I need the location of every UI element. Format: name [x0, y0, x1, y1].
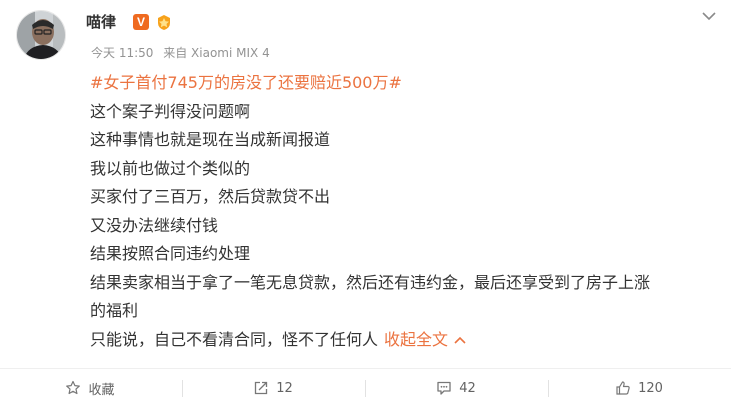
- chevron-up-icon: [454, 336, 466, 344]
- hashtag-link[interactable]: #女子首付745万的房没了还要赔近500万#: [90, 69, 715, 98]
- like-count: 120: [638, 380, 663, 396]
- member-badge-icon: [158, 15, 170, 30]
- content-line: 结果卖家相当于拿了一笔无息贷款，然后还有违约金，最后还享受到了房子上涨: [90, 272, 651, 292]
- like-button[interactable]: 120: [549, 369, 729, 407]
- repost-button[interactable]: 12: [183, 369, 363, 407]
- content-line-text: 只能说，自己不看清合同，怪不了任何人: [90, 329, 379, 349]
- content-line: 这种事情也就是现在当成新闻报道: [90, 130, 331, 149]
- collapse-text-button[interactable]: 收起全文: [384, 330, 466, 349]
- post-meta: 今天 11:50 来自 Xiaomi MIX 4: [91, 46, 276, 60]
- post-content: #女子首付745万的房没了还要赔近500万# 这个案子判得没问题啊 这种事情也就…: [90, 69, 715, 354]
- content-line-last: 只能说，自己不看清合同，怪不了任何人 收起全文: [90, 326, 715, 355]
- username[interactable]: 喵律: [86, 11, 116, 32]
- comment-button[interactable]: 42: [366, 369, 546, 407]
- post-time[interactable]: 今天 11:50: [91, 46, 153, 60]
- repost-icon: [255, 381, 268, 395]
- thumbs-up-icon: [616, 381, 630, 395]
- favorite-label: 收藏: [88, 382, 115, 398]
- verified-badge-icon: V: [133, 14, 149, 30]
- content-line: 的福利: [90, 301, 139, 320]
- comment-icon: [437, 381, 451, 395]
- comment-count: 42: [459, 380, 476, 396]
- post-actions-bar: 收藏 12 42 120: [0, 368, 731, 406]
- content-line: 我以前也做过个类似的: [90, 158, 251, 178]
- content-line: 又没办法继续付钱: [90, 215, 219, 235]
- avatar[interactable]: [16, 10, 66, 60]
- collapse-label: 收起全文: [384, 329, 449, 349]
- star-icon: [66, 380, 81, 395]
- content-line: 这个案子判得没问题啊: [90, 101, 251, 121]
- favorite-button[interactable]: 收藏: [0, 369, 180, 407]
- repost-count: 12: [276, 380, 293, 396]
- content-line: 买家付了三百万，然后贷款贷不出: [90, 187, 331, 206]
- post-source: 来自 Xiaomi MIX 4: [163, 46, 270, 60]
- content-line: 结果按照合同违约处理: [90, 244, 251, 263]
- chevron-down-icon[interactable]: [701, 10, 717, 22]
